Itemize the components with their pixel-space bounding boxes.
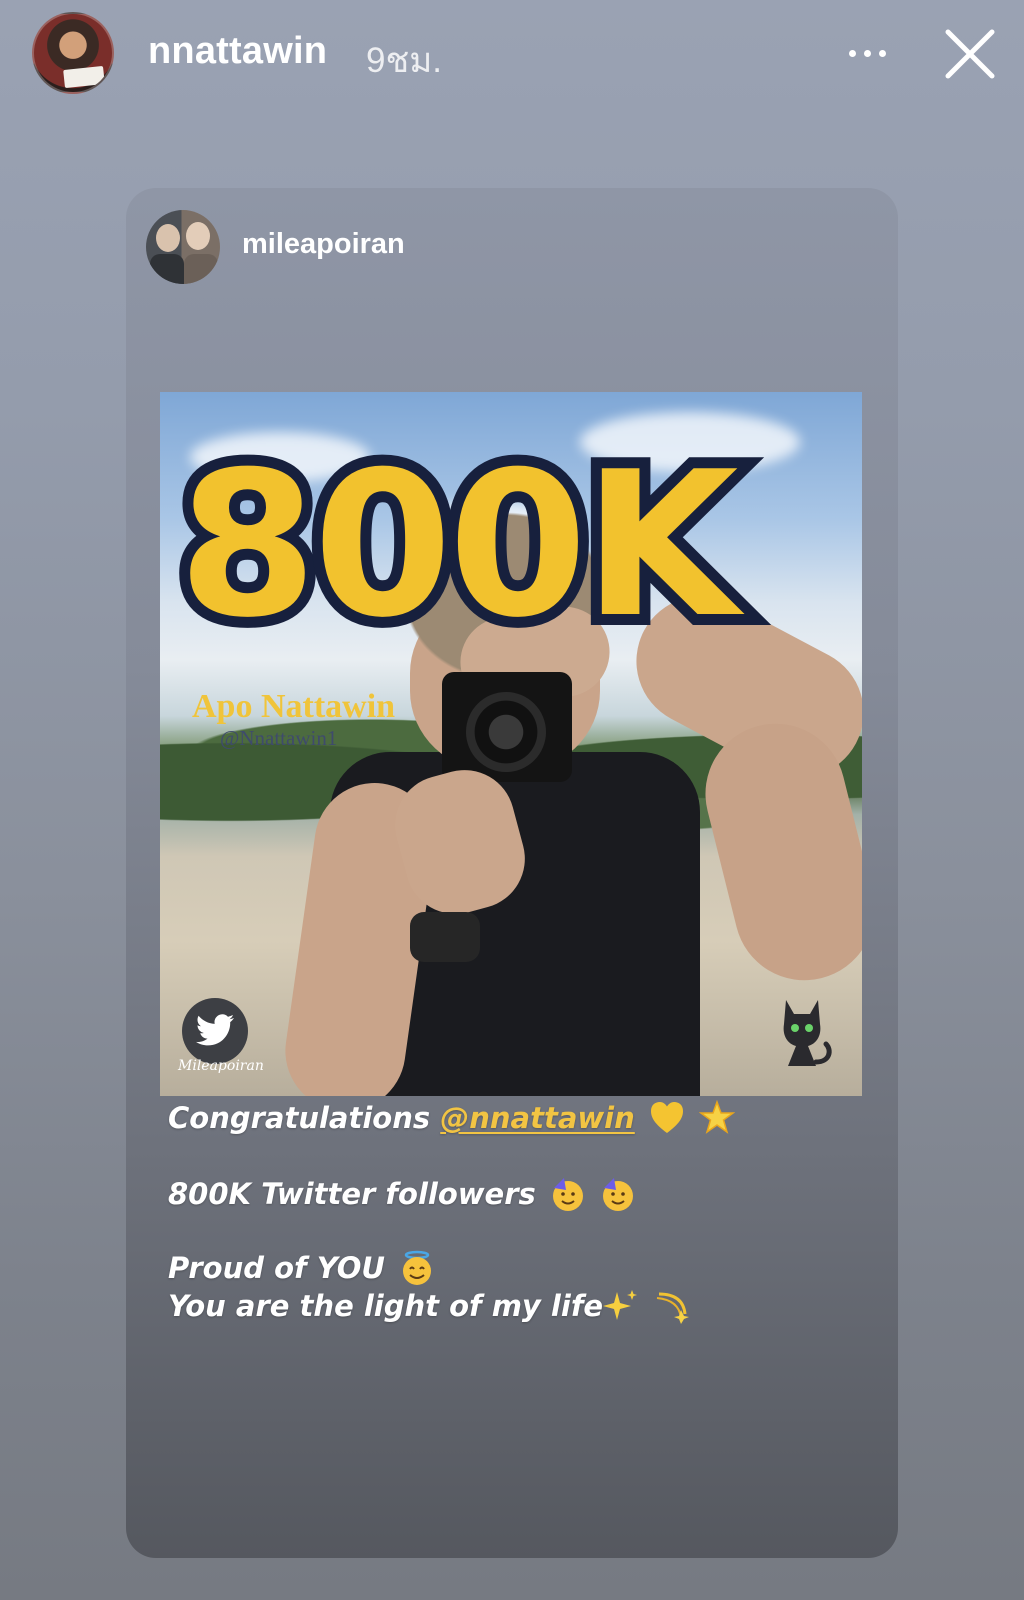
sparkles-emoji bbox=[603, 1290, 638, 1320]
partying-face-emoji bbox=[552, 1178, 583, 1211]
avatar-face bbox=[156, 224, 180, 252]
headline-text: 800K bbox=[178, 434, 745, 634]
caption-line-2: 800K Twitter followers bbox=[168, 1176, 636, 1212]
caption-proud-text: Proud of YOU bbox=[168, 1251, 385, 1285]
image-handle-label: @Nnattawin1 bbox=[220, 726, 338, 750]
post-author-avatar[interactable] bbox=[146, 210, 220, 284]
glowing-star-emoji bbox=[699, 1100, 735, 1134]
image-signature: Mileapoiran bbox=[178, 1058, 264, 1074]
twitter-bird-icon bbox=[195, 1014, 234, 1046]
black-cat-icon bbox=[783, 1000, 832, 1066]
story-avatar[interactable] bbox=[32, 12, 114, 94]
headline-800k: 800K bbox=[174, 434, 760, 634]
more-horizontal-icon bbox=[848, 49, 856, 57]
post-image[interactable]: 800K Apo Nattawin @Nnattawin1 Mileapoira… bbox=[160, 392, 862, 1096]
image-name-label: Apo Nattawin bbox=[192, 688, 396, 725]
caption-light-text: You are the light of my life bbox=[168, 1289, 604, 1323]
story-header: nnattawin 9ชม. bbox=[0, 0, 1024, 110]
wrist-watch bbox=[410, 912, 480, 962]
story-timestamp: 9ชม. bbox=[366, 41, 443, 80]
more-dot bbox=[878, 49, 886, 57]
yellow-heart-emoji bbox=[650, 1102, 683, 1133]
dizzy-emoji bbox=[657, 1292, 690, 1324]
shared-post-card[interactable]: mileapoiran 800K Apo Nattawin @Nnattawin… bbox=[126, 188, 898, 1558]
avatar-figure bbox=[184, 254, 218, 284]
more-options-button[interactable] bbox=[842, 30, 892, 76]
story-username[interactable]: nnattawin bbox=[148, 30, 327, 73]
caption-mention-link[interactable]: @nnattawin bbox=[440, 1101, 635, 1135]
close-button[interactable] bbox=[940, 24, 1000, 84]
avatar-face bbox=[186, 222, 210, 250]
twitter-badge bbox=[182, 998, 248, 1064]
post-author-username[interactable]: mileapoiran bbox=[242, 228, 405, 261]
more-dot bbox=[863, 49, 871, 57]
caption-congrats-text: Congratulations bbox=[168, 1101, 441, 1135]
partying-face-emoji bbox=[603, 1178, 634, 1211]
caption-line-3: Proud of YOU bbox=[168, 1250, 435, 1286]
caption-line-1: Congratulations @nnattawin bbox=[168, 1100, 735, 1136]
camera-lens bbox=[466, 692, 546, 772]
caption-line-4: You are the light of my life bbox=[168, 1288, 690, 1324]
close-icon bbox=[945, 29, 995, 79]
caption-followers-text: 800K Twitter followers bbox=[168, 1177, 536, 1211]
avatar-figure bbox=[150, 254, 184, 284]
avatar-card-prop bbox=[63, 65, 105, 89]
smiling-face-halo-emoji bbox=[403, 1250, 432, 1285]
